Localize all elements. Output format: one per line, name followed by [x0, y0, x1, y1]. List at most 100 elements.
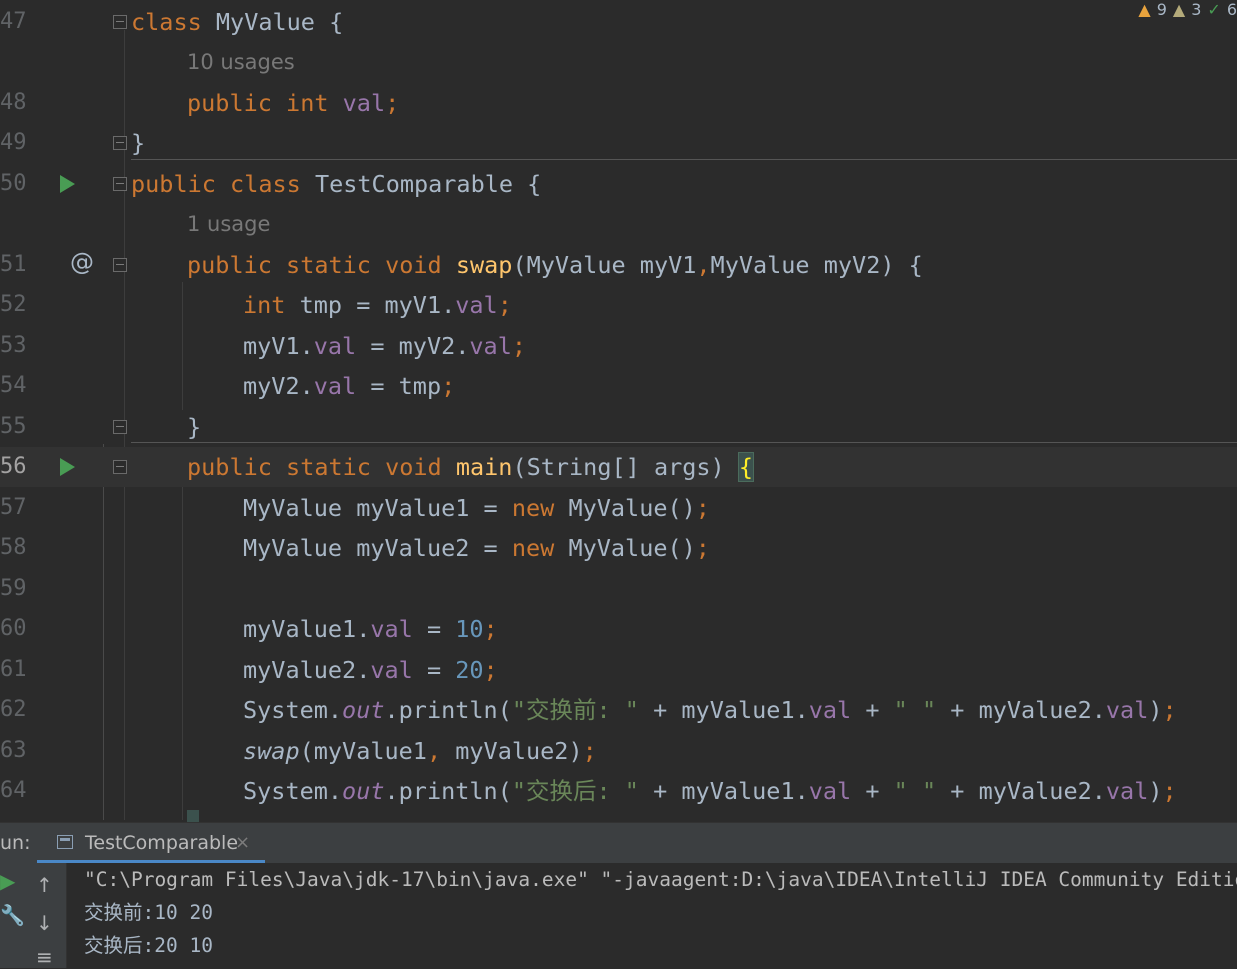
code-line[interactable]: 47 class MyValue { — [0, 2, 1237, 42]
code-line[interactable]: 63 swap(myValue1, myValue2); — [0, 731, 1237, 771]
fold-marker-icon[interactable] — [113, 136, 127, 150]
field-name: val — [342, 89, 386, 117]
field-name: val — [313, 372, 357, 400]
param-name: myV2 — [823, 251, 881, 279]
close-icon[interactable]: × — [235, 823, 250, 863]
code-line[interactable]: 55 } — [0, 407, 1237, 447]
usage-hint-line[interactable]: 10 usages — [0, 42, 1237, 82]
usages-hint[interactable]: 1 usage — [187, 204, 270, 244]
var-name: myValue1 — [313, 737, 427, 765]
code-line[interactable]: 48 public int val; — [0, 83, 1237, 123]
console-line: 交换前:10 20 — [84, 901, 213, 924]
static-field: out — [342, 777, 385, 805]
type-name: MyValue — [243, 494, 343, 522]
fold-marker-icon[interactable] — [113, 420, 127, 434]
method-name: swap — [455, 251, 513, 279]
string-literal: "交换前: " — [511, 696, 639, 724]
method-call: swap — [243, 737, 300, 765]
field-name: val — [370, 656, 413, 684]
line-number: 51 — [0, 252, 27, 277]
arrow-up-icon[interactable]: ↑ — [36, 873, 53, 897]
run-panel-header: un: TestComparable × — [0, 823, 1237, 863]
code-line[interactable]: 51 @ public static void swap(MyValue myV… — [0, 245, 1237, 285]
var-name: myValue1 — [243, 615, 357, 643]
line-number: 52 — [0, 292, 27, 317]
usage-hint-line[interactable]: 1 usage — [0, 204, 1237, 244]
var-name: myValue2 — [455, 737, 569, 765]
type-name: MyValue — [710, 251, 810, 279]
line-number: 63 — [0, 738, 27, 763]
arrow-down-icon[interactable]: ↓ — [36, 911, 53, 935]
code-line[interactable]: 53 myV1.val = myV2.val; — [0, 326, 1237, 366]
code-line-current[interactable]: 56 public static void main(String[] args… — [0, 447, 1237, 487]
fold-marker-icon[interactable] — [113, 258, 127, 272]
keyword: void — [385, 251, 442, 279]
var-name: myV2 — [243, 372, 300, 400]
tab-label: TestComparable — [85, 832, 239, 854]
wrench-icon[interactable]: 🔧 — [0, 903, 25, 927]
code-line[interactable]: 64 System.out.println("交换后: " + myValue1… — [0, 771, 1237, 811]
line-number: 56 — [0, 454, 27, 479]
run-gutter-icon[interactable] — [60, 175, 75, 193]
line-number: 53 — [0, 333, 27, 358]
code-line[interactable]: 60 myValue1.val = 10; — [0, 609, 1237, 649]
run-gutter-icon[interactable] — [60, 458, 75, 476]
line-number: 50 — [0, 171, 27, 196]
code-line[interactable]: 59 — [0, 569, 1237, 609]
field-name: val — [469, 332, 512, 360]
type-name: MyValue — [526, 251, 626, 279]
keyword: class — [230, 170, 301, 198]
line-number — [0, 204, 40, 244]
var-name: myV1 — [243, 332, 300, 360]
fold-marker-icon[interactable] — [113, 15, 127, 29]
usages-hint[interactable]: 10 usages — [187, 42, 295, 82]
code-line[interactable]: 52 int tmp = myV1.val; — [0, 285, 1237, 325]
at-icon[interactable]: @ — [70, 242, 94, 282]
type-name: String — [526, 453, 612, 481]
method-call: println — [398, 777, 498, 805]
var-name: myValue1 — [356, 494, 470, 522]
var-name: tmp — [299, 291, 343, 319]
class-name: System — [243, 777, 328, 805]
soft-wrap-icon[interactable]: ≡ — [36, 945, 53, 969]
line-number: 62 — [0, 697, 27, 722]
tab-testcomparable[interactable]: TestComparable × — [37, 823, 265, 863]
keyword: public — [187, 89, 272, 117]
keyword: public — [187, 453, 272, 481]
code-line[interactable]: 57 MyValue myValue1 = new MyValue(); — [0, 488, 1237, 528]
class-name: System — [243, 696, 328, 724]
run-label: un: — [0, 832, 31, 854]
var-name: myValue2 — [356, 534, 470, 562]
console-icon — [57, 835, 73, 849]
code-editor[interactable]: ▲ 9 ▲ 3 ✓ 6 47 class MyValue { 10 usages 48… — [0, 0, 1237, 822]
line-number: 48 — [0, 90, 27, 115]
fold-marker-icon[interactable] — [113, 460, 127, 474]
var-name: myValue1 — [681, 696, 795, 724]
rerun-icon[interactable]: ▶ — [0, 869, 15, 893]
static-field: out — [342, 696, 385, 724]
matched-brace: { — [737, 452, 754, 482]
string-literal: "交换后: " — [511, 777, 639, 805]
class-name: MyValue — [215, 8, 315, 36]
keyword: class — [131, 8, 202, 36]
line-number: 49 — [0, 130, 27, 155]
console-line: 交换后:20 10 — [84, 934, 213, 957]
field-name: val — [455, 291, 498, 319]
field-name: val — [370, 615, 413, 643]
field-name: val — [1105, 696, 1149, 724]
line-number: 59 — [0, 576, 27, 601]
line-number: 55 — [0, 414, 27, 439]
code-line[interactable]: 54 myV2.val = tmp; — [0, 366, 1237, 406]
var-name: myValue2 — [978, 696, 1092, 724]
code-line[interactable]: 61 myValue2.val = 20; — [0, 650, 1237, 690]
var-name: tmp — [398, 372, 442, 400]
code-line[interactable]: 49 } — [0, 123, 1237, 163]
code-line[interactable]: 58 MyValue myValue2 = new MyValue(); — [0, 528, 1237, 568]
line-number: 57 — [0, 495, 27, 520]
keyword: void — [385, 453, 442, 481]
console-output[interactable]: "C:\Program Files\Java\jdk-17\bin\java.e… — [84, 863, 1237, 968]
code-line[interactable]: 62 System.out.println("交换前: " + myValue1… — [0, 690, 1237, 730]
var-name: myV2 — [398, 332, 456, 360]
code-line[interactable]: 50 public class TestComparable { — [0, 164, 1237, 204]
fold-marker-icon[interactable] — [113, 177, 127, 191]
